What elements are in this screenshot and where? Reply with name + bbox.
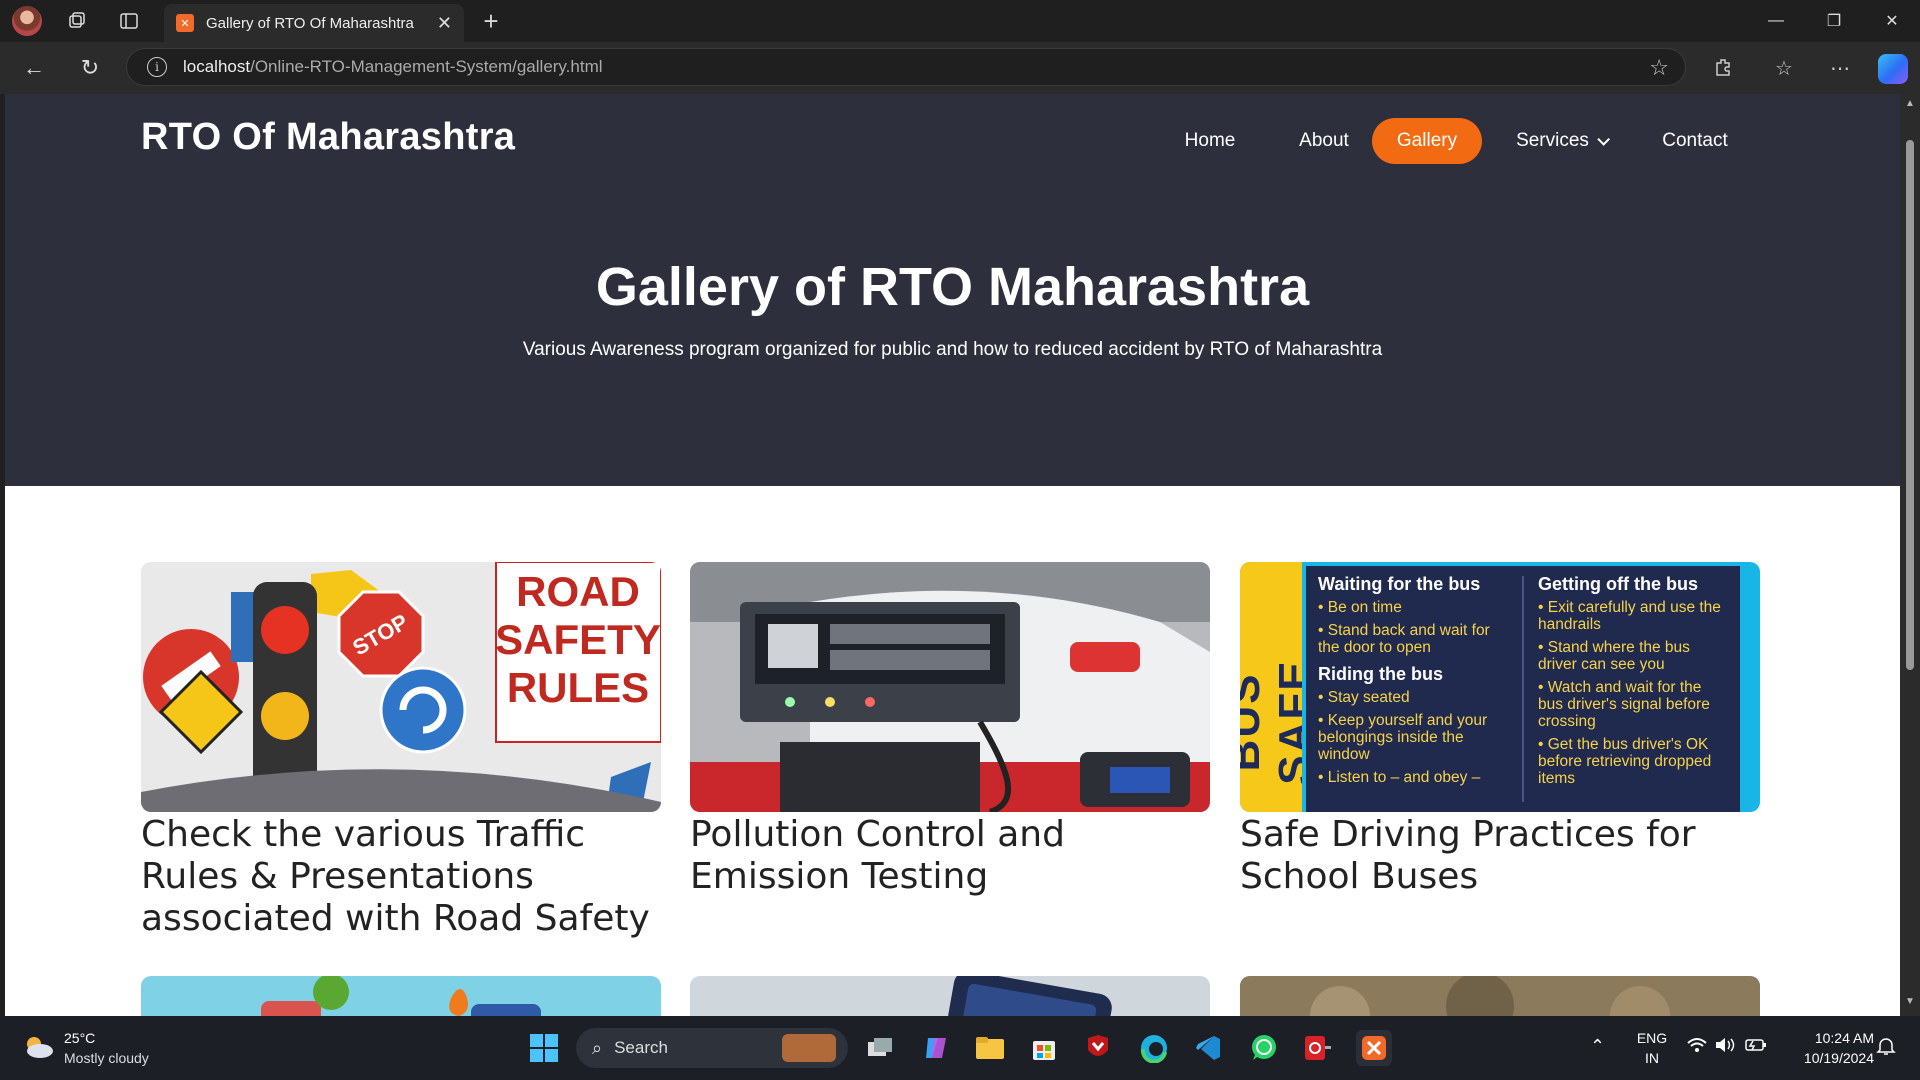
edge-browser-icon[interactable] — [1136, 1030, 1172, 1066]
nav-services[interactable]: Services — [1505, 118, 1617, 164]
weather-description[interactable]: Mostly cloudy — [64, 1050, 149, 1066]
file-explorer-icon[interactable] — [972, 1030, 1008, 1066]
minimize-icon[interactable]: — — [1748, 0, 1804, 42]
gallery-card[interactable]: BUS SAFE Waiting for the bus • Be on tim… — [1240, 562, 1760, 898]
gallery-card[interactable]: Pollution Control and Emission Testing — [690, 562, 1210, 898]
gallery-card-partial[interactable] — [141, 976, 661, 1016]
nav-services-label: Services — [1516, 130, 1589, 151]
search-placeholder: Search — [614, 1038, 668, 1057]
hero-section: RTO Of Maharashtra Home About Gallery Se… — [5, 94, 1900, 486]
emission-testing-image — [690, 562, 1210, 812]
poster-side-banner: BUS SAFE — [1240, 562, 1302, 812]
favorite-star-icon[interactable]: ☆ — [1649, 55, 1669, 81]
scroll-down-icon[interactable]: ▼ — [1905, 996, 1915, 1007]
poster-side-text: BUS SAFE — [1240, 659, 1302, 785]
page-scrollbar[interactable]: ▲ ▼ — [1900, 94, 1920, 1016]
notification-bell-icon[interactable] — [1876, 1036, 1896, 1059]
restore-icon[interactable]: ❐ — [1806, 0, 1862, 42]
refresh-icon[interactable]: ↻ — [76, 54, 104, 82]
battery-icon[interactable] — [1744, 1036, 1768, 1057]
poster-bullet: Be on time — [1327, 599, 1402, 616]
site-info-icon[interactable]: i — [147, 57, 167, 77]
poster-bullet: Watch and wait for the bus driver's sign… — [1538, 679, 1710, 730]
browser-titlebar: ✕ Gallery of RTO Of Maharashtra ✕ + — ❐ … — [0, 0, 1920, 42]
gallery-card-partial[interactable] — [690, 976, 1210, 1016]
gallery-card-caption: Safe Driving Practices for School Buses — [1240, 814, 1696, 897]
windows-taskbar: 25°C Mostly cloudy ⌕ Search ⌃ ENG IN 10:… — [0, 1016, 1920, 1080]
adobe-reader-icon[interactable] — [1300, 1030, 1336, 1066]
tab-title: Gallery of RTO Of Maharashtra — [206, 14, 414, 32]
nav-about[interactable]: About — [1281, 118, 1367, 164]
address-toolbar: ← ↻ i localhost/Online-RTO-Management-Sy… — [0, 42, 1920, 94]
scroll-up-icon[interactable]: ▲ — [1905, 98, 1915, 109]
svg-text:SAFETY: SAFETY — [495, 616, 661, 663]
clock-time[interactable]: 10:24 AM — [1782, 1030, 1874, 1046]
chevron-down-icon — [1597, 132, 1610, 146]
gallery-card-partial[interactable] — [1240, 976, 1760, 1016]
nav-gallery[interactable]: Gallery — [1372, 118, 1482, 164]
windows-start-icon[interactable] — [526, 1030, 562, 1066]
more-menu-icon[interactable]: ⋯ — [1826, 54, 1854, 82]
page-subtitle: Various Awareness program organized for … — [522, 339, 1383, 360]
copilot-app-icon[interactable] — [918, 1030, 954, 1066]
copilot-icon[interactable] — [1878, 54, 1908, 84]
poster-bullet: Stand where the bus driver can see you — [1538, 639, 1690, 673]
new-tab-button[interactable]: + — [478, 6, 504, 36]
url-host: localhost — [183, 57, 251, 76]
language-bottom[interactable]: IN — [1632, 1050, 1672, 1066]
page-viewport: RTO Of Maharashtra Home About Gallery Se… — [5, 94, 1900, 1016]
show-hidden-icons-chevron[interactable]: ⌃ — [1590, 1036, 1605, 1057]
back-icon[interactable]: ← — [20, 54, 48, 82]
clock-date[interactable]: 10/19/2024 — [1782, 1050, 1874, 1066]
poster-bullet: Exit carefully and use the handrails — [1538, 599, 1721, 633]
poster-bullet: Stand back and wait for the door to open — [1318, 622, 1490, 656]
task-view-icon[interactable] — [862, 1030, 898, 1066]
vscode-icon[interactable] — [1190, 1030, 1226, 1066]
scroll-thumb[interactable] — [1906, 140, 1914, 670]
weather-temperature[interactable]: 25°C — [64, 1030, 95, 1046]
search-highlight-icon — [782, 1034, 836, 1062]
taskbar-search[interactable]: ⌕ Search — [576, 1028, 848, 1068]
profile-avatar[interactable] — [12, 6, 42, 36]
nav-contact[interactable]: Contact — [1645, 118, 1745, 164]
extensions-icon[interactable] — [1710, 54, 1738, 82]
close-tab-icon[interactable]: ✕ — [437, 13, 452, 34]
poster-bullet: Get the bus driver's OK before retrievin… — [1538, 736, 1712, 787]
volume-icon[interactable] — [1714, 1036, 1736, 1057]
url-bar[interactable]: i localhost/Online-RTO-Management-System… — [126, 48, 1686, 86]
mcafee-icon[interactable] — [1080, 1030, 1116, 1066]
xampp-taskbar-icon[interactable] — [1356, 1030, 1392, 1066]
whatsapp-icon[interactable] — [1246, 1030, 1282, 1066]
poster-bullet: Keep yourself and your belongings inside… — [1318, 712, 1488, 763]
poster-heading: Waiting for the bus — [1318, 574, 1481, 594]
browser-tab[interactable]: ✕ Gallery of RTO Of Maharashtra ✕ — [164, 4, 464, 42]
poster-heading: Getting off the bus — [1538, 574, 1698, 594]
road-safety-image: STOP ROAD SAFETY RULES — [141, 562, 661, 812]
page-title: Gallery of RTO Maharashtra — [595, 257, 1310, 317]
poster-bullet: Stay seated — [1327, 689, 1410, 706]
wifi-icon[interactable] — [1686, 1036, 1708, 1059]
gallery-card[interactable]: STOP ROAD SAFETY RULES Check the various… — [141, 562, 661, 940]
workspaces-icon[interactable] — [64, 8, 90, 34]
nav-home[interactable]: Home — [1165, 118, 1255, 164]
svg-text:ROAD: ROAD — [516, 568, 640, 615]
gallery-card-caption: Check the various Traffic Rules & Presen… — [141, 814, 650, 939]
gallery-card-caption: Pollution Control and Emission Testing — [690, 814, 1065, 897]
favorites-icon[interactable]: ☆ — [1770, 54, 1798, 82]
school-bus-safety-image: BUS SAFE Waiting for the bus • Be on tim… — [1240, 562, 1760, 812]
language-top[interactable]: ENG — [1632, 1030, 1672, 1046]
microsoft-store-icon[interactable] — [1026, 1030, 1062, 1066]
site-logo[interactable]: RTO Of Maharashtra — [141, 116, 515, 159]
cloudy-weather-icon[interactable] — [22, 1036, 54, 1058]
url-path: /Online-RTO-Management-System/gallery.ht… — [250, 57, 603, 76]
xampp-icon: ✕ — [176, 14, 194, 32]
close-window-icon[interactable]: ✕ — [1864, 0, 1920, 42]
search-icon: ⌕ — [592, 1037, 603, 1058]
poster-bullet: Listen to – and obey – — [1327, 769, 1481, 786]
svg-text:RULES: RULES — [507, 664, 649, 711]
poster-body: Waiting for the bus • Be on time • Stand… — [1306, 566, 1740, 812]
poster-heading: Riding the bus — [1318, 664, 1443, 684]
tab-actions-icon[interactable] — [116, 8, 142, 34]
